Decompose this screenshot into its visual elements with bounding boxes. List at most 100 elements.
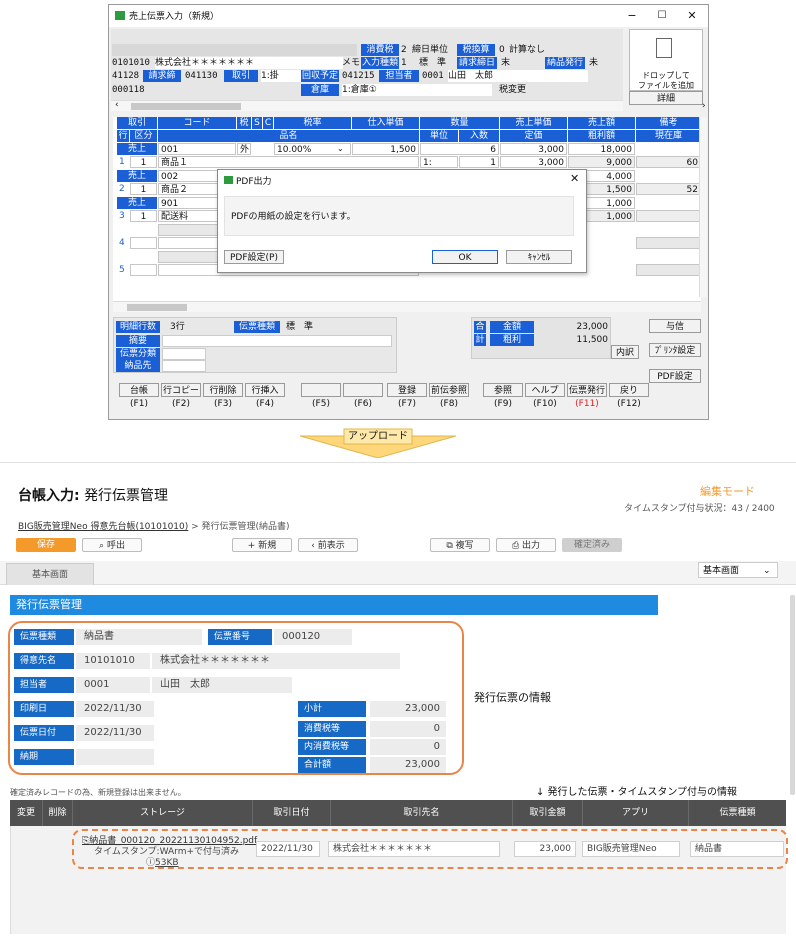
row-stock: 52 <box>636 183 701 195</box>
view-select[interactable]: 基本画面 ⌄ <box>698 562 778 578</box>
doc-number[interactable]: 000118 <box>112 84 145 96</box>
fkey-button-2[interactable]: 行コピー <box>161 383 201 397</box>
doc-class-input[interactable] <box>162 348 206 360</box>
fkey-label-11: (F11) <box>575 399 599 409</box>
fkey-label-7: (F7) <box>398 399 416 409</box>
customer-name[interactable]: 株式会社＊＊＊＊＊＊＊ <box>155 57 343 69</box>
chevron-down-icon[interactable]: ⌄ <box>337 143 344 155</box>
row-kubun[interactable]: 1 <box>130 183 157 195</box>
total-label: 合計額 <box>298 757 366 773</box>
dialog-cancel-button[interactable]: ｷｬﾝｾﾙ <box>506 250 572 264</box>
save-button[interactable]: 保存 <box>16 538 76 552</box>
scroll-left-icon[interactable]: ‹ <box>115 100 119 110</box>
fkey-button-11[interactable]: 伝票発行 <box>567 383 607 397</box>
tab-basic[interactable]: 基本画面 <box>6 563 94 585</box>
summary-input[interactable] <box>162 335 392 347</box>
col-item-name: 品名 <box>158 130 419 142</box>
tax-conv-value: 0 <box>499 45 505 55</box>
row-kubun[interactable] <box>130 264 157 276</box>
maximize-button[interactable]: ☐ <box>647 5 677 27</box>
table-row[interactable]: ⎘納品書_000120_20221130104952.pdf タイムスタンプ:W… <box>74 831 786 869</box>
breakdown-button[interactable]: 内訳 <box>611 345 639 359</box>
header-scroll-thumb[interactable] <box>131 103 241 110</box>
delivery-issue-value: 未 <box>589 58 599 68</box>
copy-button[interactable]: ⧉ 複写 <box>430 538 490 552</box>
call-button[interactable]: ⌕ 呼出 <box>82 538 142 552</box>
grid-vscrollbar[interactable] <box>699 117 707 297</box>
staff-code[interactable]: 0001 <box>422 70 444 82</box>
row-code[interactable]: 001 <box>158 143 236 155</box>
tax-value: 0 <box>370 721 446 737</box>
fkey-button-4[interactable]: 行挿入 <box>245 383 285 397</box>
output-button[interactable]: ⎙ 出力 <box>496 538 556 552</box>
row-tax[interactable]: 外 <box>237 143 251 155</box>
row-stock <box>636 237 701 249</box>
input-type-value[interactable]: 1 <box>401 57 407 69</box>
fkey-button-12[interactable]: 戻り <box>609 383 649 397</box>
th-doc-type: 伝票種類 <box>688 800 786 826</box>
credit-button[interactable]: 与信 <box>649 319 701 333</box>
collect-value[interactable]: 041215 <box>342 70 375 82</box>
transaction-value[interactable]: 1:掛 <box>261 70 301 82</box>
col-note: 備考 <box>636 117 701 129</box>
row-kubun[interactable]: 1 <box>130 156 157 168</box>
row-name[interactable]: 商品１ <box>158 156 419 168</box>
delivery-input[interactable] <box>162 360 206 372</box>
row-unit[interactable]: 1: <box>420 156 458 168</box>
row-kubun[interactable]: 1 <box>130 210 157 222</box>
fkey-button-7[interactable]: 登録 <box>387 383 427 397</box>
header-scrollbar[interactable]: ‹ <box>111 100 623 111</box>
tax-change-button[interactable]: 税変更 <box>499 84 526 96</box>
warehouse-value[interactable]: 1:倉庫① <box>342 84 492 96</box>
col-tax: 税 <box>237 117 251 129</box>
scroll-right-icon[interactable]: › <box>702 101 706 111</box>
grid-scroll-thumb[interactable] <box>127 304 187 311</box>
file-drop-area[interactable]: ドロップして ファイルを追加 <box>629 29 703 91</box>
row-irisu[interactable]: 1 <box>459 156 499 168</box>
page-scrollbar[interactable] <box>790 595 795 795</box>
row-price[interactable]: 3,000 <box>500 143 567 155</box>
col-rate: 税率 <box>274 117 351 129</box>
bill-to-value[interactable]: 041130 <box>185 70 218 82</box>
fkey-button-8[interactable]: 前伝参照 <box>429 383 469 397</box>
customer-label: 得意先名 <box>14 653 74 669</box>
row-no: 2 <box>119 184 125 194</box>
dialog-pdf-setting-button[interactable]: PDF設定(P) <box>224 250 284 264</box>
row-kubun[interactable] <box>130 237 157 249</box>
row-cost[interactable]: 1,500 <box>352 143 419 155</box>
detail-button[interactable]: 詳細 <box>629 91 703 105</box>
file-size-text: 53KB <box>155 858 179 868</box>
view-select-value: 基本画面 <box>703 566 740 576</box>
fkey-button-3[interactable]: 行削除 <box>203 383 243 397</box>
grid-hscrollbar[interactable] <box>113 301 701 312</box>
prev-button[interactable]: ‹ 前表示 <box>298 538 358 552</box>
dialog-close-icon[interactable]: ✕ <box>570 172 579 185</box>
dialog-ok-button[interactable]: OK <box>432 250 498 264</box>
col-cost-price: 仕入単価 <box>352 117 419 129</box>
fkey-button-5[interactable] <box>301 383 341 397</box>
grid-row-1[interactable]: 売上 001 外 10.00% ⌄ 1,500 6 3,000 18,000 1… <box>113 143 701 169</box>
doc-type-value: 標 準 <box>286 322 314 332</box>
customer-code[interactable]: 0101010 <box>112 57 150 69</box>
close-button[interactable]: ✕ <box>677 5 707 27</box>
fkey-button-9[interactable]: 参照 <box>483 383 523 397</box>
records-table-header: 変更 削除 ストレージ 取引日付 取引先名 取引金額 アプリ 伝票種類 <box>10 800 786 826</box>
pdf-setting-button[interactable]: PDF設定 <box>649 369 701 383</box>
bill-to-code[interactable]: 41128 <box>112 70 139 82</box>
breadcrumb-link[interactable]: BIG販売管理Neo 得意先台帳(10101010) <box>18 522 188 532</box>
row-qty[interactable]: 6 <box>420 143 499 155</box>
printer-setting-button[interactable]: ﾌﾟﾘﾝﾀ設定 <box>649 343 701 357</box>
th-storage: ストレージ <box>72 800 252 826</box>
doc-no-value: 000120 <box>274 629 352 645</box>
new-button[interactable]: + 新規 <box>232 538 292 552</box>
doc-type-value: 納品書 <box>76 629 202 645</box>
fkey-button-6[interactable] <box>343 383 383 397</box>
staff-label: 担当者 <box>379 70 419 82</box>
gross-value: 11,500 <box>576 335 609 345</box>
tax-label: 消費税 <box>361 44 399 56</box>
fkey-button-1[interactable]: 台帳 <box>119 383 159 397</box>
fkey-label-6: (F6) <box>354 399 372 409</box>
minimize-button[interactable]: − <box>617 5 647 27</box>
section-title: 発行伝票管理 <box>16 598 82 611</box>
fkey-button-10[interactable]: ヘルプ <box>525 383 565 397</box>
